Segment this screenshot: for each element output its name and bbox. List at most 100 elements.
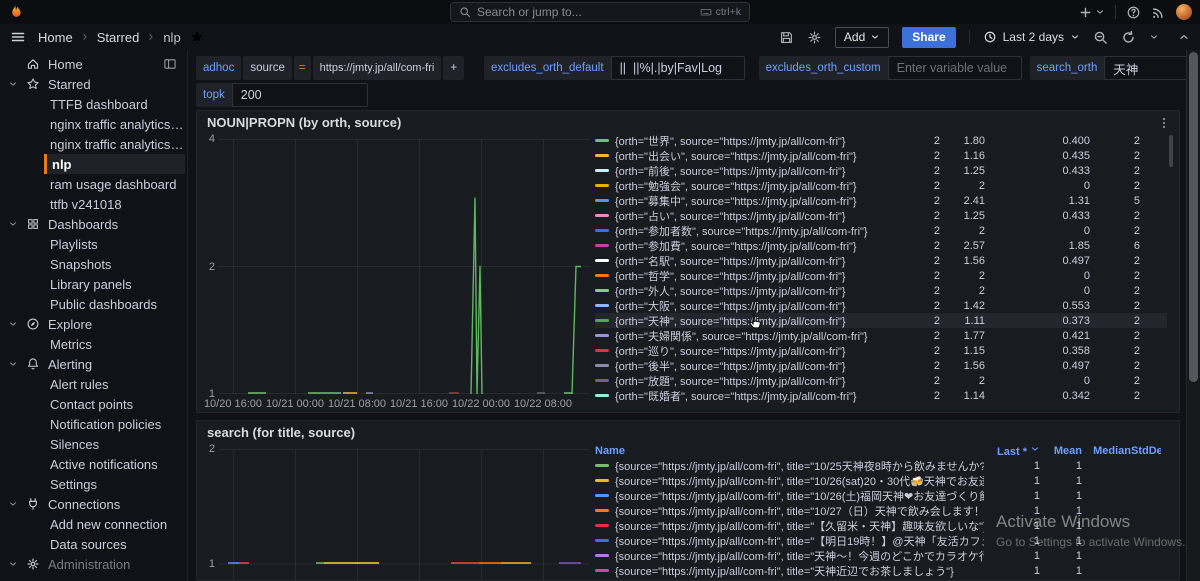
sidebar-item-active-notifications[interactable]: Active notifications <box>0 454 187 474</box>
chevron-down-icon[interactable] <box>8 319 26 329</box>
add-button[interactable]: Add <box>835 27 889 48</box>
legend-row[interactable]: {orth="後半", source="https://jmty.jp/all/… <box>595 358 1167 373</box>
adhoc-key-select[interactable]: source <box>243 56 292 80</box>
legend-row[interactable]: {source="https://jmty.jp/all/com-fri", t… <box>595 518 1177 533</box>
panel-menu-button[interactable] <box>1155 114 1173 132</box>
adhoc-label[interactable]: adhoc <box>196 56 241 80</box>
sidebar-item-library-panels[interactable]: Library panels <box>0 274 187 294</box>
zoom-out-button[interactable] <box>1093 30 1108 45</box>
legend-header-last[interactable]: Last * <box>984 444 1040 458</box>
legend-row[interactable]: {orth="世界", source="https://jmty.jp/all/… <box>595 133 1167 148</box>
refresh-interval-button[interactable] <box>1149 32 1159 42</box>
sidebar-item-snapshots[interactable]: Snapshots <box>0 254 187 274</box>
legend-row[interactable]: {orth="名駅", source="https://jmty.jp/all/… <box>595 253 1167 268</box>
legend-header-stddev[interactable]: StdDev <box>1131 445 1161 457</box>
sidebar-item-playlists[interactable]: Playlists <box>0 234 187 254</box>
sidebar-item-ram-usage-dashboard[interactable]: ram usage dashboard <box>0 174 187 194</box>
legend-row[interactable]: {orth="勉強会", source="https://jmty.jp/all… <box>595 178 1167 193</box>
chevron-down-icon[interactable] <box>8 219 26 229</box>
sidebar-item-nlp[interactable]: nlp <box>44 154 185 174</box>
legend-row[interactable]: {orth="哲学", source="https://jmty.jp/all/… <box>595 268 1167 283</box>
share-button[interactable]: Share <box>902 27 955 48</box>
legend-row[interactable]: {orth="巡り", source="https://jmty.jp/all/… <box>595 343 1167 358</box>
legend-row[interactable]: {orth="天神", source="https://jmty.jp/all/… <box>595 313 1167 328</box>
legend-row[interactable]: {orth="前後", source="https://jmty.jp/all/… <box>595 163 1167 178</box>
legend-row[interactable]: {orth="参加費", source="https://jmty.jp/all… <box>595 238 1167 253</box>
legend-header-median[interactable]: Median <box>1082 445 1131 457</box>
legend-row[interactable]: {orth="参加者数", source="https://jmty.jp/al… <box>595 223 1167 238</box>
sidebar-item-ttfb-v241018[interactable]: ttfb v241018 <box>0 194 187 214</box>
legend-row[interactable]: {orth="募集中", source="https://jmty.jp/all… <box>595 193 1167 208</box>
excludes-orth-custom-input[interactable] <box>888 56 1022 80</box>
grafana-logo-icon[interactable] <box>7 3 24 20</box>
refresh-button[interactable] <box>1121 30 1136 45</box>
collapse-toolbar-button[interactable] <box>1178 31 1190 43</box>
legend-row[interactable]: {source="https://jmty.jp/all/com-fri", t… <box>595 503 1177 518</box>
new-button[interactable] <box>1078 5 1105 20</box>
chevron-down-icon[interactable] <box>8 559 26 569</box>
page-scrollbar-thumb[interactable] <box>1189 52 1198 382</box>
sidebar-item-public-dashboards[interactable]: Public dashboards <box>0 294 187 314</box>
sidebar-item-dashboards[interactable]: Dashboards <box>0 214 187 234</box>
legend-row[interactable]: {source="https://jmty.jp/all/com-fri", t… <box>595 533 1177 548</box>
sidebar-item-starred[interactable]: Starred <box>0 74 187 94</box>
dashboard-settings-button[interactable] <box>807 30 822 45</box>
favorite-star-icon[interactable] <box>190 30 204 44</box>
sidebar-item-explore[interactable]: Explore <box>0 314 187 334</box>
legend-row[interactable]: {orth="放題", source="https://jmty.jp/all/… <box>595 373 1167 388</box>
legend-row[interactable]: {orth="出会い", source="https://jmty.jp/all… <box>595 148 1167 163</box>
legend-row[interactable]: {source="https://jmty.jp/all/com-fri", t… <box>595 548 1177 563</box>
legend-row[interactable]: {source="https://jmty.jp/all/com-fri", t… <box>595 458 1177 473</box>
legend-row[interactable]: {orth="既婚者", source="https://jmty.jp/all… <box>595 388 1167 403</box>
legend-row[interactable]: {orth="大阪", source="https://jmty.jp/all/… <box>595 298 1167 313</box>
legend-row[interactable]: {source="https://jmty.jp/all/com-fri", t… <box>595 563 1177 578</box>
chevron-down-icon[interactable] <box>8 359 26 369</box>
sidebar-item-ttfb-dashboard[interactable]: TTFB dashboard <box>0 94 187 114</box>
sidebar-item-nginx-traffic-analytics-tmp-c[interactable]: nginx traffic analytics tmp C... <box>0 114 187 134</box>
panel-title[interactable]: search (for title, source) <box>207 425 355 440</box>
chevron-down-icon[interactable] <box>8 499 26 509</box>
breadcrumb-current[interactable]: nlp <box>163 30 180 45</box>
legend-row[interactable]: {orth="夫婦関係", source="https://jmty.jp/al… <box>595 328 1167 343</box>
breadcrumb-starred[interactable]: Starred <box>97 30 140 45</box>
legend-row[interactable]: {source="https://jmty.jp/all/com-fri", t… <box>595 473 1177 488</box>
panel-title[interactable]: NOUN|PROPN (by orth, source) <box>207 115 401 130</box>
sidebar-item-contact-points[interactable]: Contact points <box>0 394 187 414</box>
mega-menu-button[interactable] <box>10 29 26 45</box>
sidebar-item-add-new-connection[interactable]: Add new connection <box>0 514 187 534</box>
time-series-plot[interactable] <box>219 139 589 394</box>
sidebar-item-alert-rules[interactable]: Alert rules <box>0 374 187 394</box>
sidebar-item-home[interactable]: Home <box>0 54 187 74</box>
news-button[interactable] <box>1151 5 1166 20</box>
legend-header-name[interactable]: Name <box>595 445 984 457</box>
chevron-down-icon[interactable] <box>8 79 26 89</box>
adhoc-add-filter-button[interactable]: + <box>443 56 464 80</box>
sidebar-item-administration[interactable]: Administration <box>0 554 187 574</box>
sidebar-item-metrics[interactable]: Metrics <box>0 334 187 354</box>
adhoc-operator-select[interactable]: = <box>294 56 311 80</box>
sidebar-item-alerting[interactable]: Alerting <box>0 354 187 374</box>
time-series-plot[interactable] <box>219 449 589 581</box>
legend-row[interactable]: {source="https://jmty.jp/all/com-fri", t… <box>595 488 1177 503</box>
legend-header-mean[interactable]: Mean <box>1040 445 1082 457</box>
dock-menu-icon[interactable] <box>163 57 177 71</box>
help-button[interactable] <box>1126 5 1141 20</box>
legend-row[interactable]: {orth="占い", source="https://jmty.jp/all/… <box>595 208 1167 223</box>
legend-scrollbar[interactable] <box>1169 135 1173 167</box>
sidebar-item-settings[interactable]: Settings <box>0 474 187 494</box>
breadcrumb-home[interactable]: Home <box>38 30 73 45</box>
excludes-orth-default-input[interactable] <box>611 56 745 80</box>
legend-row[interactable]: {orth="外人", source="https://jmty.jp/all/… <box>595 283 1167 298</box>
time-range-picker[interactable]: Last 2 days <box>983 30 1080 44</box>
sidebar-item-data-sources[interactable]: Data sources <box>0 534 187 554</box>
save-dashboard-button[interactable] <box>779 30 794 45</box>
adhoc-value-select[interactable]: https://jmty.jp/all/com-fri <box>313 56 442 80</box>
sidebar-item-connections[interactable]: Connections <box>0 494 187 514</box>
page-scrollbar[interactable] <box>1186 50 1200 581</box>
user-avatar[interactable] <box>1176 4 1192 20</box>
sidebar-item-silences[interactable]: Silences <box>0 434 187 454</box>
search-input[interactable]: Search or jump to... ctrl+k <box>450 2 750 22</box>
sidebar-item-nginx-traffic-analytics-v241015[interactable]: nginx traffic analytics v241015 <box>0 134 187 154</box>
topk-input[interactable] <box>232 83 368 107</box>
sidebar-item-notification-policies[interactable]: Notification policies <box>0 414 187 434</box>
